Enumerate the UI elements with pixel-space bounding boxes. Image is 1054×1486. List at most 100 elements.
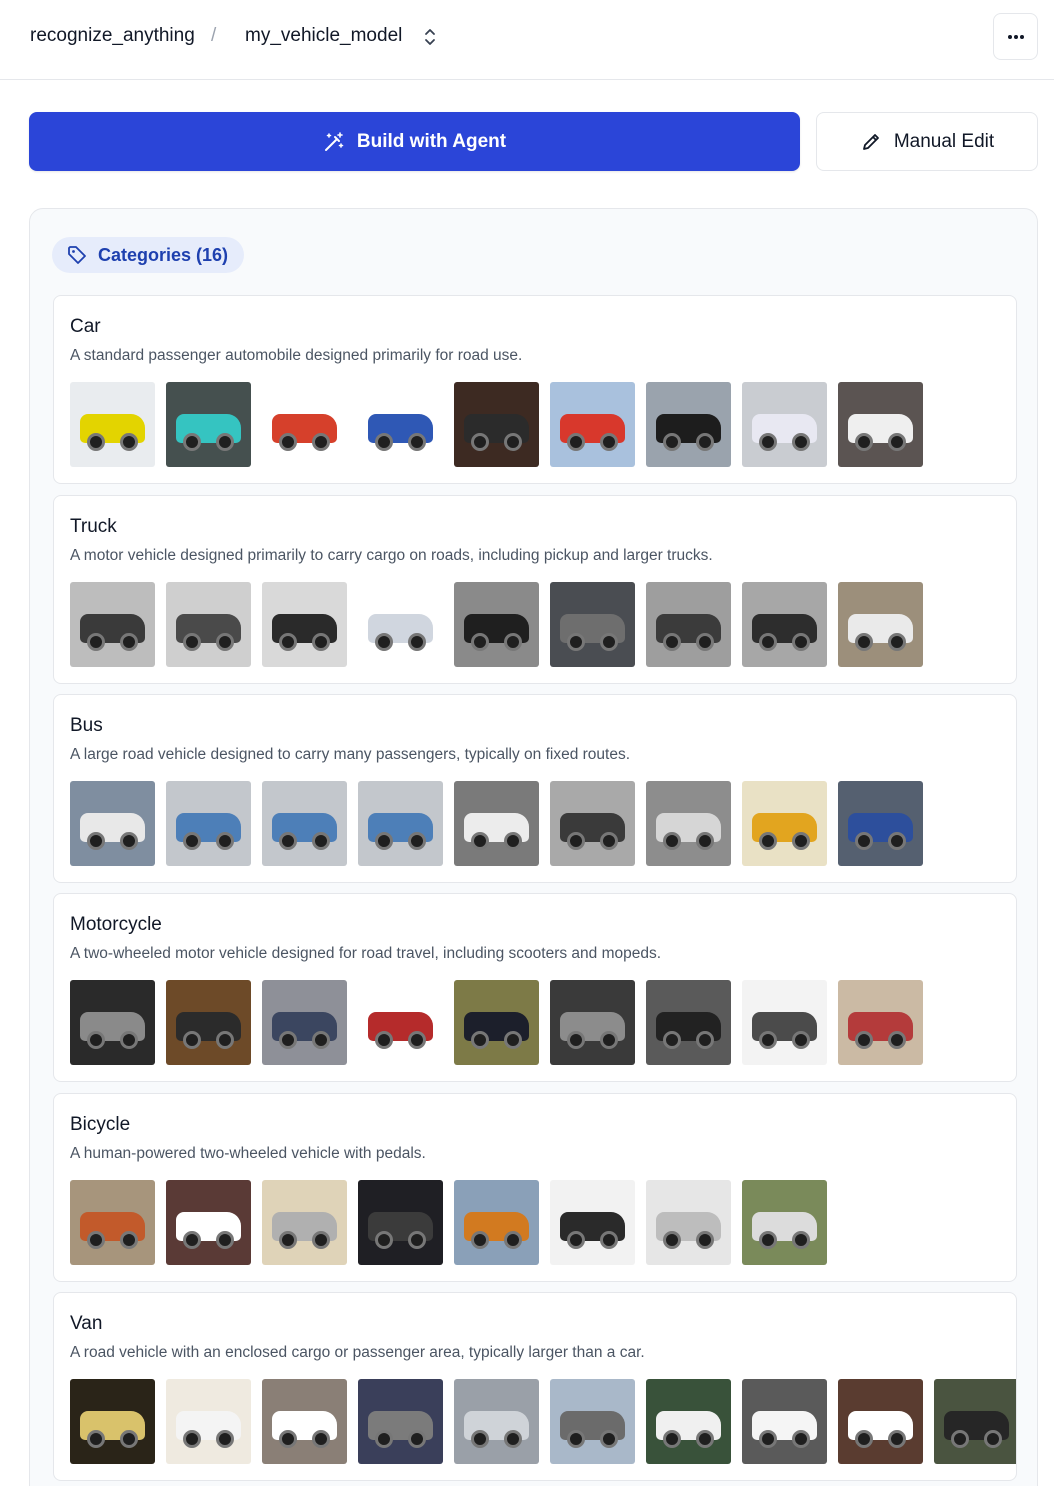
example-image-thumbnail[interactable]: [550, 980, 635, 1065]
wheel-shape: [408, 433, 426, 451]
example-image-thumbnail[interactable]: [358, 382, 443, 467]
example-image-thumbnail[interactable]: [646, 382, 731, 467]
example-image-thumbnail[interactable]: [70, 382, 155, 467]
chevron-up-down-icon[interactable]: [421, 27, 439, 47]
example-image-thumbnail[interactable]: [646, 1379, 731, 1464]
example-image-thumbnail[interactable]: [70, 582, 155, 667]
example-image-thumbnail[interactable]: [742, 382, 827, 467]
example-image-thumbnail[interactable]: [454, 582, 539, 667]
wheel-shape: [888, 832, 906, 850]
example-image-thumbnail[interactable]: [262, 1180, 347, 1265]
wheel-shape: [183, 633, 201, 651]
example-image-thumbnail[interactable]: [166, 382, 251, 467]
example-image-thumbnail[interactable]: [550, 1180, 635, 1265]
example-image-thumbnail[interactable]: [646, 1180, 731, 1265]
example-image-thumbnail[interactable]: [646, 781, 731, 866]
example-image-thumbnail[interactable]: [742, 1180, 827, 1265]
example-image-thumbnail[interactable]: [742, 980, 827, 1065]
example-image-thumbnail[interactable]: [262, 1379, 347, 1464]
wheel-shape: [408, 1231, 426, 1249]
category-card-car[interactable]: Car A standard passenger automobile desig…: [53, 295, 1017, 484]
example-image-thumbnail[interactable]: [262, 781, 347, 866]
wheel-shape: [120, 1031, 138, 1049]
manual-edit-label: Manual Edit: [893, 130, 995, 152]
wheel-shape: [759, 1031, 777, 1049]
example-image-thumbnail[interactable]: [70, 1180, 155, 1265]
example-image-thumbnail[interactable]: [934, 1379, 1016, 1464]
wheel-shape: [567, 433, 585, 451]
wheel-shape: [600, 1231, 618, 1249]
wheel-shape: [888, 633, 906, 651]
example-image-thumbnail[interactable]: [358, 582, 443, 667]
example-image-thumbnail[interactable]: [166, 980, 251, 1065]
category-description: A standard passenger automobile designed…: [70, 347, 523, 364]
build-with-agent-button[interactable]: Build with Agent: [29, 112, 800, 171]
example-image-thumbnail[interactable]: [166, 781, 251, 866]
wheel-shape: [600, 633, 618, 651]
example-image-thumbnail[interactable]: [70, 980, 155, 1065]
wheel-shape: [279, 1231, 297, 1249]
example-image-thumbnail[interactable]: [550, 1379, 635, 1464]
wheel-shape: [663, 633, 681, 651]
example-image-thumbnail[interactable]: [70, 781, 155, 866]
categories-count-label: Categories (16): [98, 244, 229, 265]
example-image-thumbnail[interactable]: [742, 781, 827, 866]
example-image-thumbnail[interactable]: [838, 582, 923, 667]
manual-edit-button[interactable]: Manual Edit: [816, 112, 1038, 171]
category-card-bus[interactable]: Bus A large road vehicle designed to carr…: [53, 694, 1017, 883]
example-image-thumbnail[interactable]: [454, 1379, 539, 1464]
example-image-thumbnail[interactable]: [838, 382, 923, 467]
example-image-thumbnail[interactable]: [166, 1180, 251, 1265]
example-image-thumbnail[interactable]: [646, 980, 731, 1065]
wheel-shape: [855, 1031, 873, 1049]
example-image-thumbnail[interactable]: [358, 980, 443, 1065]
example-images-row: [70, 980, 923, 1065]
example-image-thumbnail[interactable]: [838, 1379, 923, 1464]
wheel-shape: [408, 1430, 426, 1448]
example-image-thumbnail[interactable]: [646, 582, 731, 667]
example-image-thumbnail[interactable]: [262, 382, 347, 467]
example-image-thumbnail[interactable]: [358, 1180, 443, 1265]
example-image-thumbnail[interactable]: [742, 1379, 827, 1464]
wheel-shape: [792, 433, 810, 451]
example-image-thumbnail[interactable]: [166, 1379, 251, 1464]
category-card-motorcycle[interactable]: Motorcycle A two-wheeled motor vehicle de…: [53, 893, 1017, 1082]
example-image-thumbnail[interactable]: [742, 582, 827, 667]
breadcrumb-project[interactable]: recognize_anything: [30, 25, 195, 47]
example-image-thumbnail[interactable]: [454, 1180, 539, 1265]
wheel-shape: [375, 1430, 393, 1448]
breadcrumb-model[interactable]: my_vehicle_model: [245, 25, 402, 47]
example-image-thumbnail[interactable]: [550, 382, 635, 467]
build-with-agent-label: Build with Agent: [356, 130, 507, 152]
wheel-shape: [375, 433, 393, 451]
example-image-thumbnail[interactable]: [262, 980, 347, 1065]
wheel-shape: [216, 832, 234, 850]
example-image-thumbnail[interactable]: [166, 582, 251, 667]
wheel-shape: [567, 832, 585, 850]
category-card-truck[interactable]: Truck A motor vehicle designed primarily …: [53, 495, 1017, 684]
example-image-thumbnail[interactable]: [454, 781, 539, 866]
wheel-shape: [279, 1430, 297, 1448]
more-options-button[interactable]: [993, 13, 1038, 60]
example-image-thumbnail[interactable]: [550, 582, 635, 667]
example-image-thumbnail[interactable]: [838, 781, 923, 866]
wheel-shape: [663, 1231, 681, 1249]
category-title: Motorcycle: [70, 914, 162, 935]
wheel-shape: [87, 832, 105, 850]
wheel-shape: [183, 1031, 201, 1049]
example-image-thumbnail[interactable]: [262, 582, 347, 667]
example-image-thumbnail[interactable]: [454, 980, 539, 1065]
example-image-thumbnail[interactable]: [454, 382, 539, 467]
category-card-van[interactable]: Van A road vehicle with an enclosed cargo…: [53, 1292, 1017, 1481]
example-image-thumbnail[interactable]: [838, 980, 923, 1065]
example-image-thumbnail[interactable]: [358, 1379, 443, 1464]
example-image-thumbnail[interactable]: [550, 781, 635, 866]
example-image-thumbnail[interactable]: [70, 1379, 155, 1464]
example-image-thumbnail[interactable]: [358, 781, 443, 866]
category-card-bicycle[interactable]: Bicycle A human-powered two-wheeled vehic…: [53, 1093, 1017, 1282]
wheel-shape: [279, 633, 297, 651]
magic-wand-icon: [324, 131, 344, 151]
wheel-shape: [696, 832, 714, 850]
category-title: Bicycle: [70, 1114, 131, 1135]
wheel-shape: [600, 433, 618, 451]
